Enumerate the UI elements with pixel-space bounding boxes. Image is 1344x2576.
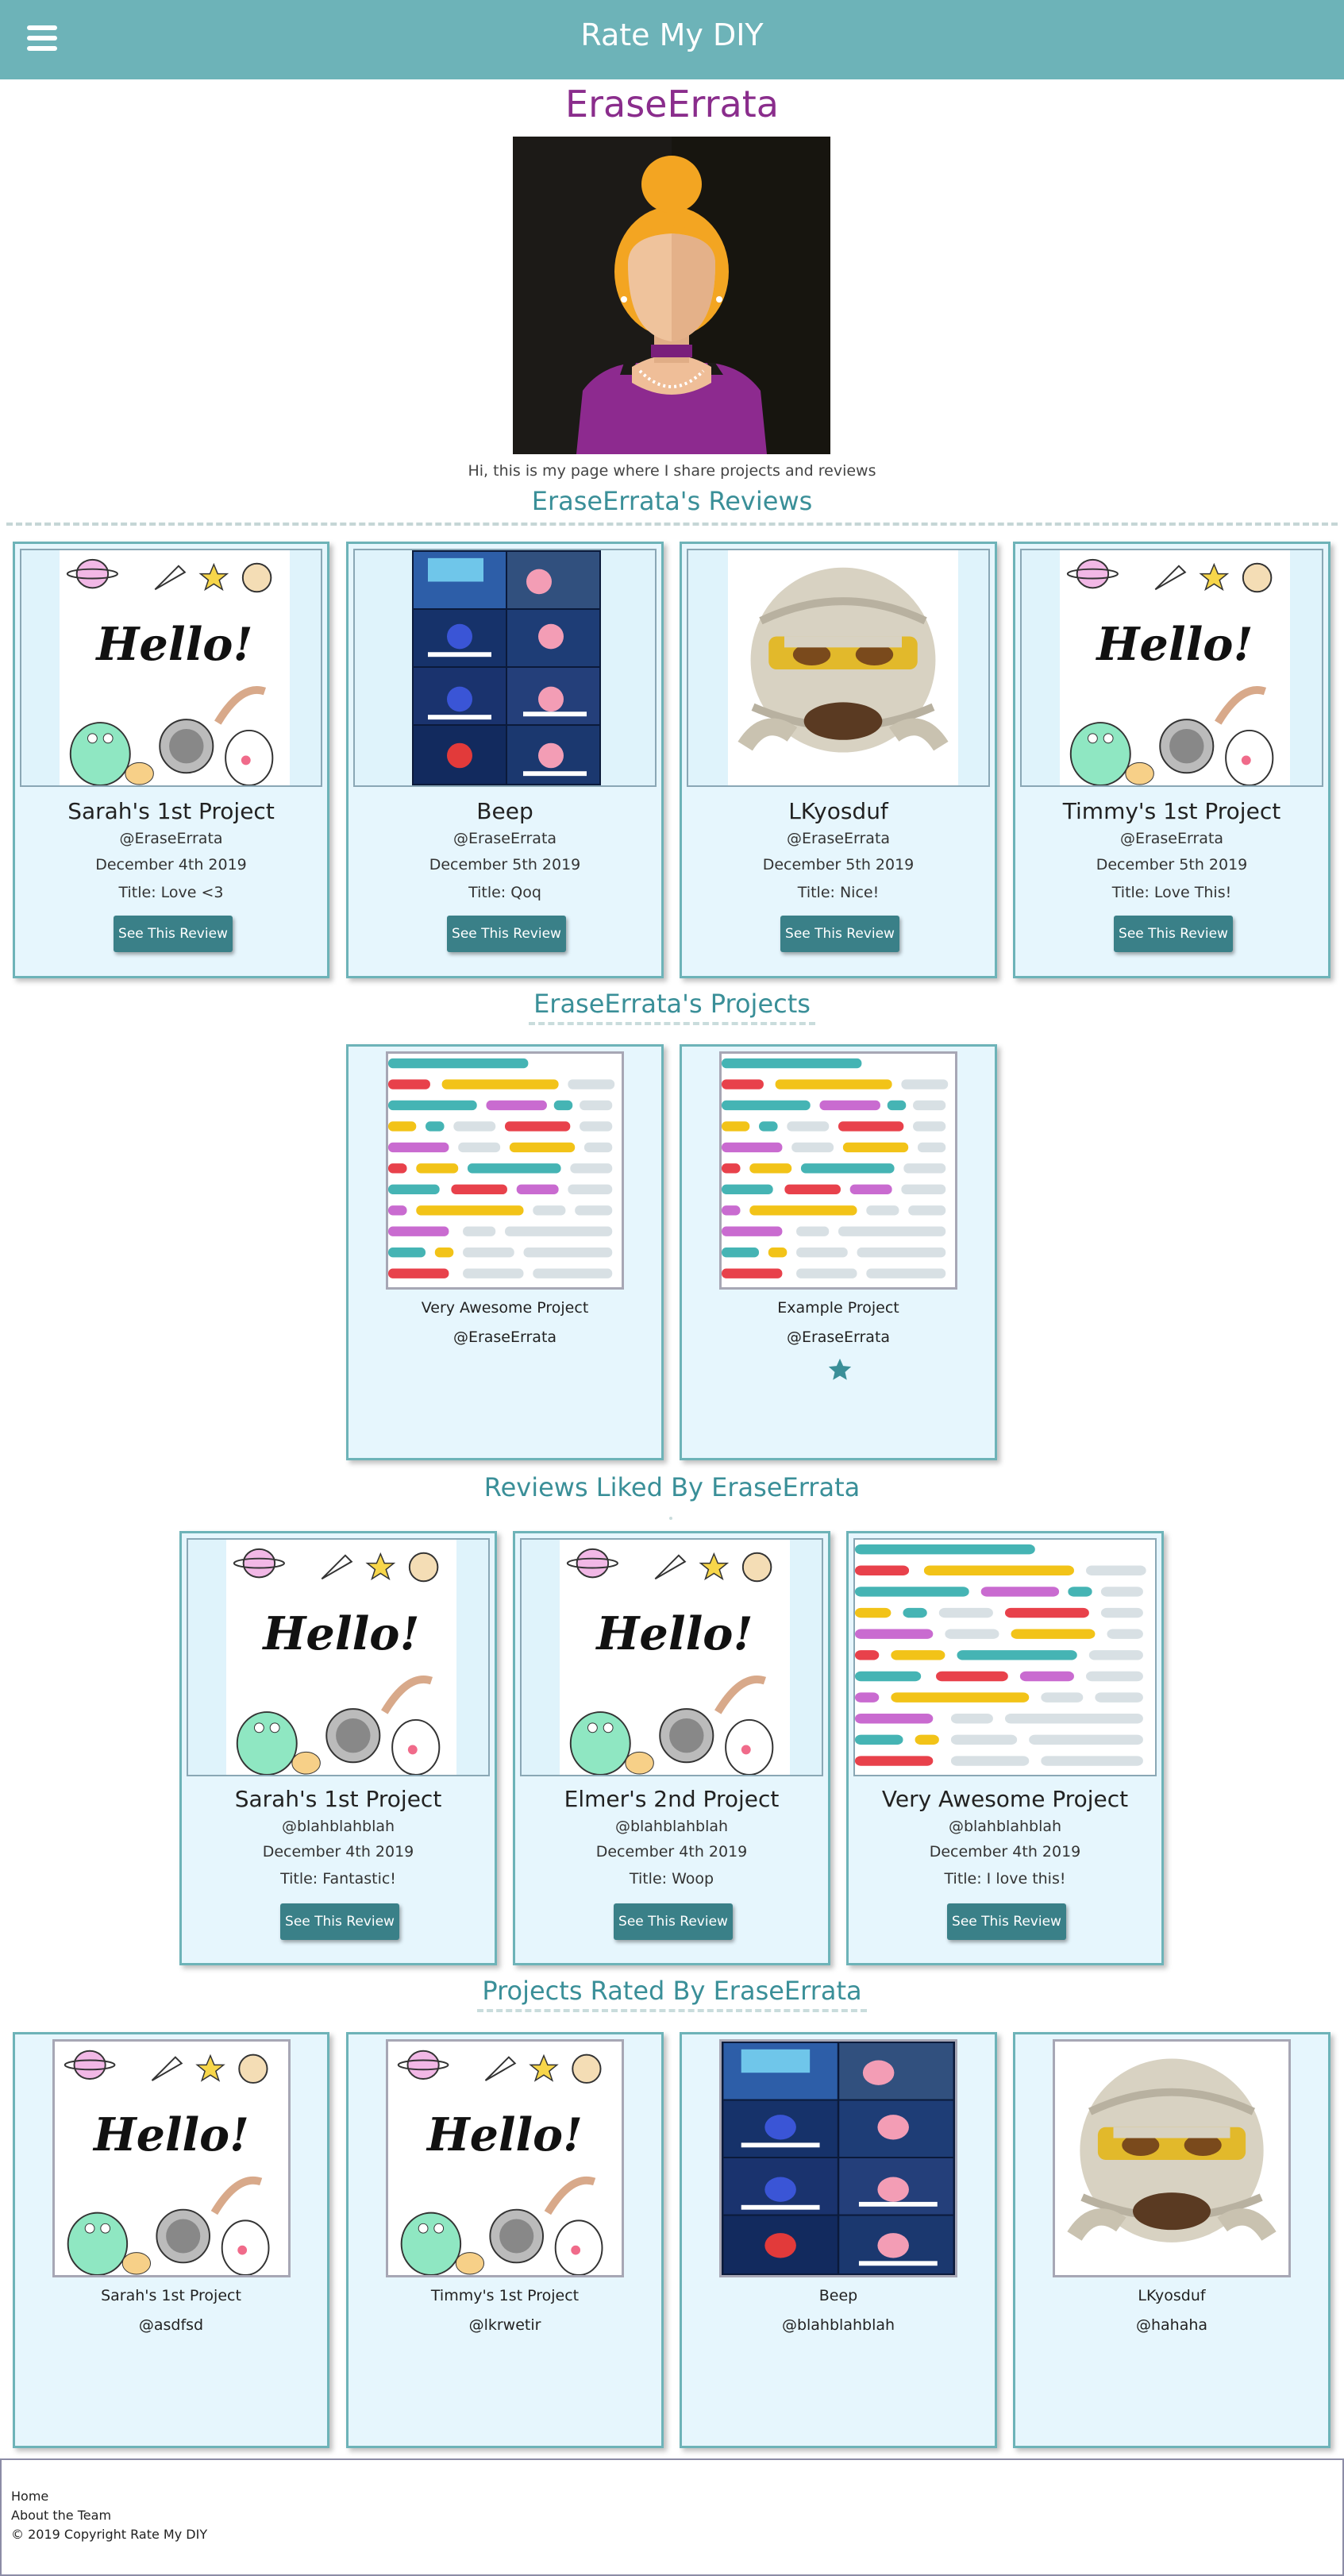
review-title: Title: Woop [629, 1870, 714, 1888]
project-name[interactable]: Very Awesome Project [349, 1299, 661, 1317]
review-date: December 4th 2019 [929, 1843, 1081, 1861]
section-title-projects: EraseErrata's Projects [0, 989, 1344, 1025]
review-date: December 5th 2019 [762, 856, 915, 873]
profile-avatar [513, 137, 830, 454]
section-divider [669, 1517, 672, 1520]
review-card: LKyosduf @EraseErrata December 5th 2019 … [680, 542, 997, 978]
review-date: December 5th 2019 [429, 856, 581, 873]
review-project-name[interactable]: LKyosduf [682, 798, 995, 824]
hello-lettering: Hello! [595, 1607, 753, 1660]
project-name[interactable]: LKyosduf [1015, 2287, 1328, 2304]
review-date: December 5th 2019 [1096, 856, 1248, 873]
project-name[interactable]: Beep [682, 2287, 995, 2304]
review-username[interactable]: @EraseErrata [682, 830, 995, 847]
project-username[interactable]: @EraseErrata [682, 1328, 995, 1346]
rated-project-card: Hello! Sarah's 1st Project @asdfsd [13, 2032, 329, 2448]
section-title-reviews: EraseErrata's Reviews [531, 486, 813, 516]
see-review-button[interactable]: See This Review [1114, 916, 1233, 952]
hello-lettering: Hello! [92, 2109, 249, 2161]
review-thumbnail[interactable] [353, 549, 657, 787]
see-review-button[interactable]: See This Review [447, 916, 566, 952]
project-card: Very Awesome Project @EraseErrata [346, 1044, 664, 1460]
review-username[interactable]: @blahblahblah [515, 1818, 828, 1835]
hello-lettering: Hello! [261, 1607, 419, 1660]
section-title-rated: Projects Rated By EraseErrata [0, 1976, 1344, 2012]
see-review-button[interactable]: See This Review [280, 1903, 399, 1940]
star-icon [826, 1356, 853, 1383]
footer-about-link[interactable]: About the Team [11, 2508, 111, 2523]
liked-review-card: Hello! Sarah's 1st Project @blahblahblah… [179, 1531, 497, 1965]
see-review-button[interactable]: See This Review [947, 1903, 1066, 1940]
review-username[interactable]: @EraseErrata [349, 830, 661, 847]
review-thumbnail[interactable] [853, 1538, 1157, 1776]
project-card: Example Project @EraseErrata [680, 1044, 997, 1460]
footer-copyright: © 2019 Copyright Rate My DIY [11, 2527, 208, 2542]
project-username[interactable]: @hahaha [1015, 2316, 1328, 2334]
footer: Home About the Team © 2019 Copyright Rat… [0, 2458, 1344, 2576]
project-thumbnail[interactable] [719, 2039, 957, 2277]
see-review-button[interactable]: See This Review [780, 916, 899, 952]
review-title: Title: Love This! [1111, 884, 1232, 901]
review-thumbnail[interactable]: Hello! [187, 1538, 490, 1776]
review-title: Title: Fantastic! [280, 1870, 396, 1888]
project-username[interactable]: @asdfsd [15, 2316, 327, 2334]
review-date: December 4th 2019 [595, 1843, 748, 1861]
project-thumbnail[interactable] [1053, 2039, 1291, 2277]
review-title: Title: Qoq [468, 884, 541, 901]
liked-review-card: Hello! Elmer's 2nd Project @blahblahblah… [513, 1531, 830, 1965]
footer-home-link[interactable]: Home [11, 2489, 48, 2504]
rated-project-card: Beep @blahblahblah [680, 2032, 997, 2448]
see-review-button[interactable]: See This Review [614, 1903, 733, 1940]
project-thumbnail[interactable] [719, 1051, 957, 1290]
profile-bio: Hi, this is my page where I share projec… [468, 462, 876, 480]
project-username[interactable]: @EraseErrata [349, 1328, 661, 1346]
review-project-name[interactable]: Sarah's 1st Project [15, 798, 327, 824]
review-thumbnail[interactable]: Hello! [520, 1538, 823, 1776]
hello-lettering: Hello! [426, 2109, 583, 2161]
project-thumbnail[interactable]: Hello! [52, 2039, 291, 2277]
review-date: December 4th 2019 [262, 1843, 414, 1861]
liked-review-card: Very Awesome Project @blahblahblah Decem… [846, 1531, 1164, 1965]
review-username[interactable]: @blahblahblah [182, 1818, 495, 1835]
review-project-name[interactable]: Timmy's 1st Project [1015, 798, 1328, 824]
review-thumbnail[interactable]: Hello! [20, 549, 322, 787]
review-username[interactable]: @EraseErrata [1015, 830, 1328, 847]
project-username[interactable]: @blahblahblah [682, 2316, 995, 2334]
section-title-liked: Reviews Liked By EraseErrata [483, 1472, 861, 1502]
top-bar: Rate My DIY [0, 0, 1344, 79]
review-date: December 4th 2019 [95, 856, 247, 873]
hello-lettering: Hello! [1095, 618, 1253, 671]
review-project-name[interactable]: Beep [349, 798, 661, 824]
see-review-button[interactable]: See This Review [114, 916, 233, 952]
project-thumbnail[interactable]: Hello! [386, 2039, 624, 2277]
review-card: Hello! Sarah's 1st Project @EraseErrata … [13, 542, 329, 978]
review-title: Title: Love <3 [118, 884, 224, 901]
profile-username: EraseErrata [565, 83, 779, 125]
rated-project-card: LKyosduf @hahaha [1013, 2032, 1331, 2448]
rated-project-card: Hello! Timmy's 1st Project @lkrwetir [346, 2032, 664, 2448]
review-card: Beep @EraseErrata December 5th 2019 Titl… [346, 542, 664, 978]
project-thumbnail[interactable] [386, 1051, 624, 1290]
section-divider [6, 523, 1338, 526]
project-name[interactable]: Example Project [682, 1299, 995, 1317]
review-username[interactable]: @EraseErrata [15, 830, 327, 847]
review-project-name[interactable]: Elmer's 2nd Project [515, 1786, 828, 1812]
review-thumbnail[interactable] [687, 549, 990, 787]
review-project-name[interactable]: Very Awesome Project [849, 1786, 1161, 1812]
site-title[interactable]: Rate My DIY [0, 17, 1344, 52]
project-username[interactable]: @lkrwetir [349, 2316, 661, 2334]
review-username[interactable]: @blahblahblah [849, 1818, 1161, 1835]
project-name[interactable]: Timmy's 1st Project [349, 2287, 661, 2304]
review-card: Hello! Timmy's 1st Project @EraseErrata … [1013, 542, 1331, 978]
review-title: Title: I love this! [944, 1870, 1066, 1888]
review-project-name[interactable]: Sarah's 1st Project [182, 1786, 495, 1812]
review-thumbnail[interactable]: Hello! [1020, 549, 1323, 787]
review-title: Title: Nice! [797, 884, 880, 901]
project-name[interactable]: Sarah's 1st Project [15, 2287, 327, 2304]
hello-lettering: Hello! [94, 618, 252, 671]
